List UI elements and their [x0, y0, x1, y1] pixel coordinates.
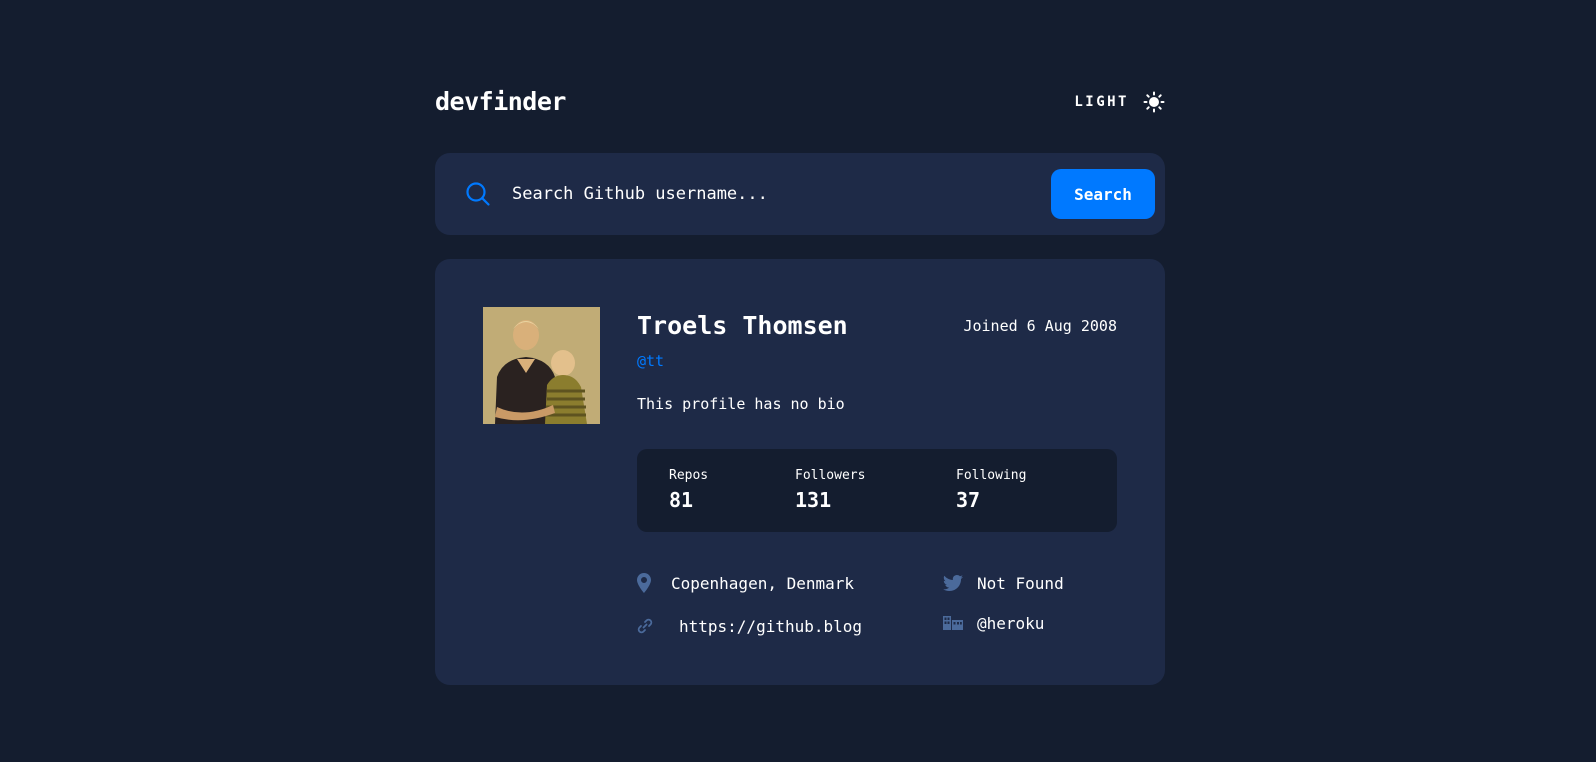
avatar — [483, 307, 600, 424]
theme-toggle-label: LIGHT — [1074, 94, 1129, 110]
blog-link[interactable]: https://github.blog — [679, 617, 862, 636]
stat-value: 37 — [956, 488, 981, 512]
profile-card: Troels Thomsen Joined 6 Aug 2008 @tt Thi… — [435, 259, 1165, 685]
company-text: @heroku — [977, 613, 1045, 633]
stats-panel: Repos 81 Followers 131 Following 37 — [637, 449, 1117, 532]
theme-toggle[interactable]: LIGHT — [1074, 82, 1165, 122]
location-text: Copenhagen, Denmark — [671, 573, 855, 593]
joined-date: Joined 6 Aug 2008 — [963, 317, 1117, 335]
company-item: @heroku — [943, 611, 1044, 635]
stat-value: 81 — [669, 488, 694, 512]
stat-following: Following 37 — [956, 467, 1026, 514]
search-button[interactable]: Search — [1051, 169, 1155, 219]
stat-label: Followers — [795, 468, 866, 483]
stat-label: Repos — [669, 468, 709, 483]
location-item: Copenhagen, Denmark — [637, 571, 854, 595]
twitter-icon — [943, 575, 963, 591]
location-pin-icon — [637, 573, 651, 593]
profile-name: Troels Thomsen — [637, 311, 848, 340]
profile-login-link[interactable]: @tt — [637, 351, 664, 371]
search-input[interactable] — [512, 175, 1022, 213]
search-icon — [466, 182, 490, 206]
header: devfinder LIGHT — [435, 82, 1165, 122]
building-icon — [943, 616, 963, 630]
sun-icon — [1143, 91, 1165, 113]
stat-followers: Followers 131 — [795, 467, 865, 514]
link-icon — [637, 618, 653, 634]
profile-bio: This profile has no bio — [637, 395, 845, 413]
stat-label: Following — [956, 468, 1027, 483]
twitter-item: Not Found — [943, 571, 1064, 595]
twitter-text: Not Found — [977, 573, 1064, 593]
stat-repos: Repos 81 — [669, 467, 708, 514]
stat-value: 131 — [795, 488, 832, 512]
blog-item[interactable]: https://github.blog — [637, 614, 862, 638]
search-bar: Search — [435, 153, 1165, 235]
app-logo: devfinder — [435, 87, 566, 116]
